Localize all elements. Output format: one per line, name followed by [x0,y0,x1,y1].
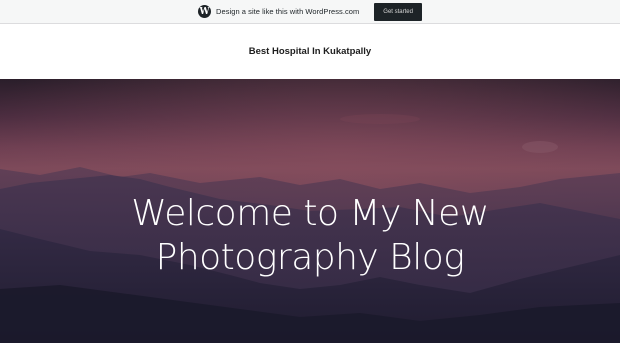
hero-cover-image: Welcome to My New Photography Blog [0,79,620,343]
hero-title-line-2: Photography Blog [155,237,465,278]
site-header: Best Hospital In Kukatpally [0,24,620,79]
wordpress-logo-icon[interactable]: W [198,5,212,18]
get-started-button[interactable]: Get started [374,2,422,21]
site-title[interactable]: Best Hospital In Kukatpally [249,46,371,57]
wordpress-promo-banner: W Design a site like this with WordPress… [0,0,620,24]
hero-title-line-1: Welcome to My New [131,193,489,234]
hero-title: Welcome to My New Photography Blog [0,192,620,280]
wordpress-promo-text[interactable]: Design a site like this with WordPress.c… [216,7,359,16]
